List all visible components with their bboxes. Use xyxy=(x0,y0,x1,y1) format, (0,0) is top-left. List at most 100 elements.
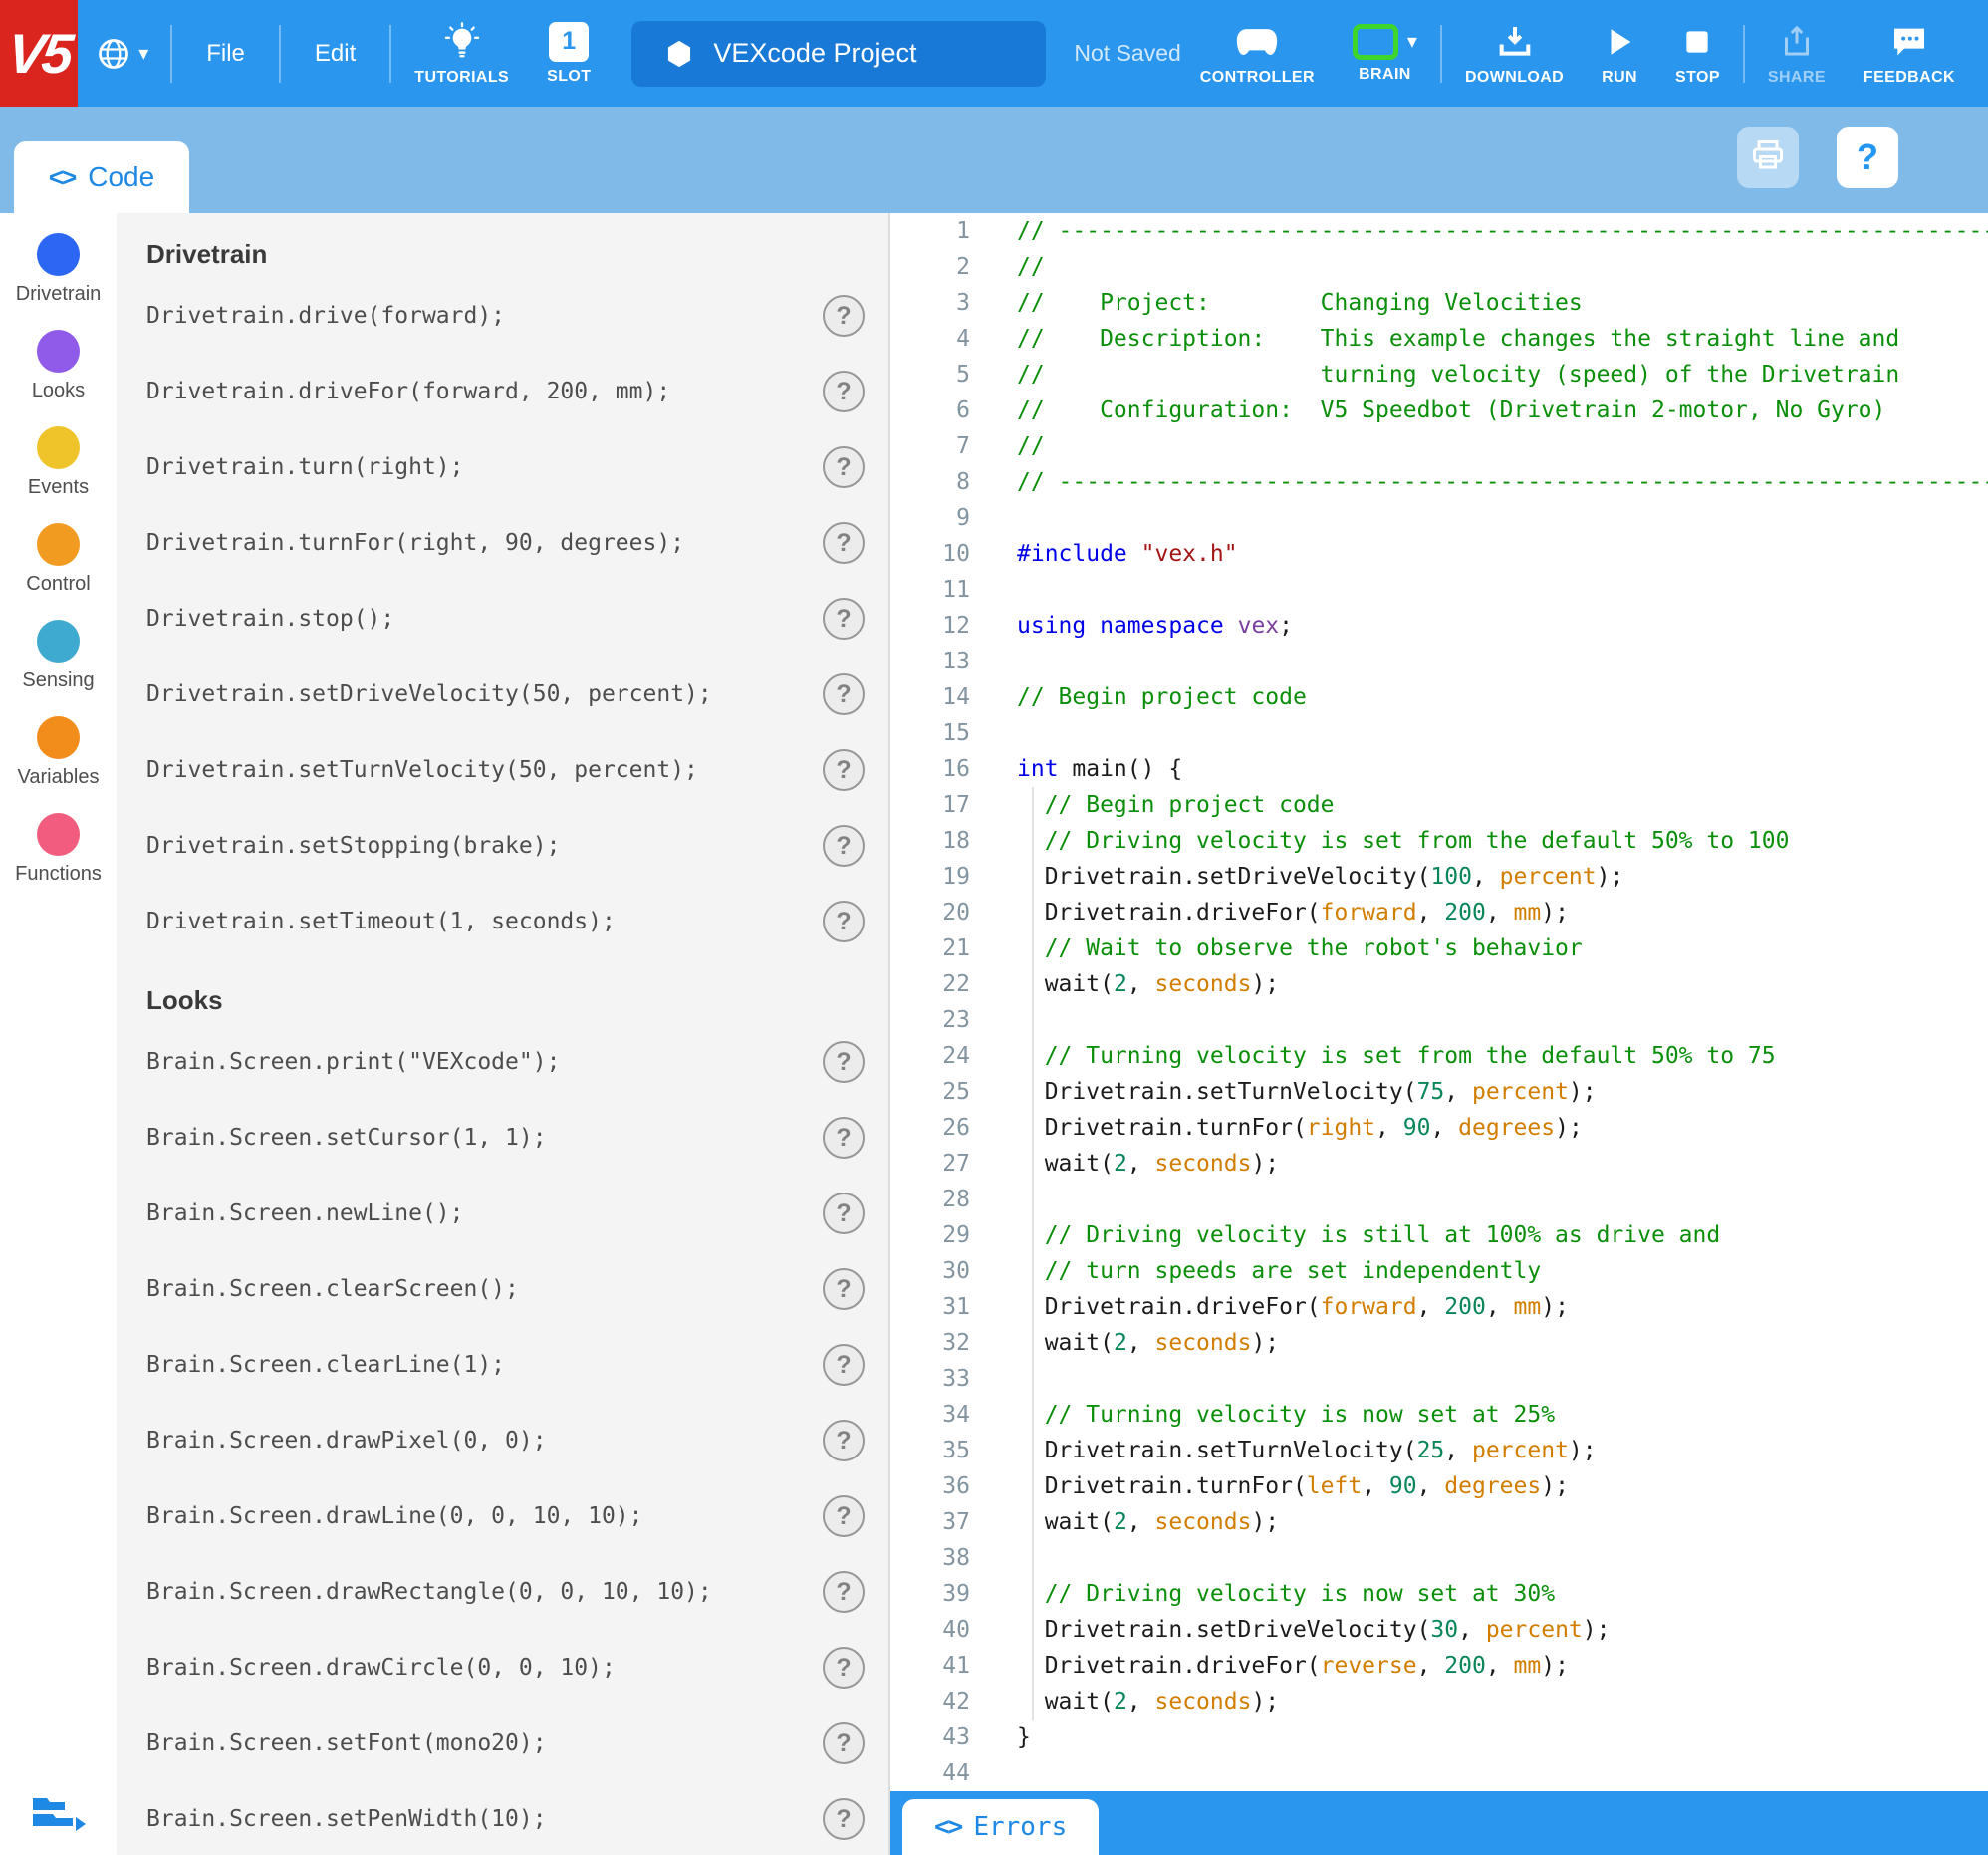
sidebar-item-variables[interactable]: Variables xyxy=(0,716,117,789)
command-help-button[interactable]: ? xyxy=(823,1117,865,1159)
controller-button[interactable]: CONTROLLER xyxy=(1181,21,1334,87)
code-line[interactable]: 17 // Begin project code xyxy=(890,787,1988,823)
code-line[interactable]: 10 #include "vex.h" xyxy=(890,536,1988,572)
code-editor[interactable]: 1 // ------------------------------------… xyxy=(888,213,1988,1855)
edit-menu[interactable]: Edit xyxy=(285,40,385,68)
code-line[interactable]: 40 Drivetrain.setDriveVelocity(30, perce… xyxy=(890,1612,1988,1648)
code-line[interactable]: 30 // turn speeds are set independently xyxy=(890,1253,1988,1289)
code-line[interactable]: 12 using namespace vex; xyxy=(890,608,1988,644)
code-line[interactable]: 15 xyxy=(890,715,1988,751)
code-line[interactable]: 26 Drivetrain.turnFor(right, 90, degrees… xyxy=(890,1110,1988,1146)
code-line[interactable]: 34 // Turning velocity is now set at 25% xyxy=(890,1397,1988,1433)
command-help-button[interactable]: ? xyxy=(823,1420,865,1461)
code-line[interactable]: 33 xyxy=(890,1361,1988,1397)
code-line[interactable]: 20 Drivetrain.driveFor(forward, 200, mm)… xyxy=(890,895,1988,930)
tab-code[interactable]: <> Code xyxy=(14,141,189,213)
command-help-button[interactable]: ? xyxy=(823,371,865,412)
code-line[interactable]: 28 xyxy=(890,1182,1988,1217)
code-line[interactable]: 44 xyxy=(890,1755,1988,1791)
print-button[interactable] xyxy=(1737,127,1799,188)
code-line[interactable]: 32 wait(2, seconds); xyxy=(890,1325,1988,1361)
code-line[interactable]: 11 xyxy=(890,572,1988,608)
command-help-button[interactable]: ? xyxy=(823,1722,865,1764)
code-line[interactable]: 38 xyxy=(890,1540,1988,1576)
palette-command-row[interactable]: Drivetrain.drive(forward);? xyxy=(117,278,888,354)
code-line[interactable]: 31 Drivetrain.driveFor(forward, 200, mm)… xyxy=(890,1289,1988,1325)
palette-command-row[interactable]: Drivetrain.stop();? xyxy=(117,581,888,657)
code-line[interactable]: 6 // Configuration: V5 Speedbot (Drivetra… xyxy=(890,393,1988,428)
code-line[interactable]: 3 // Project: Changing Velocities xyxy=(890,285,1988,321)
command-help-button[interactable]: ? xyxy=(823,1647,865,1689)
palette-command-row[interactable]: Brain.Screen.setCursor(1, 1);? xyxy=(117,1100,888,1176)
toggle-toolbox-button[interactable] xyxy=(31,1792,87,1841)
vex-logo[interactable]: V5 xyxy=(0,0,79,107)
language-menu-button[interactable]: ▾ xyxy=(78,33,166,75)
command-help-button[interactable]: ? xyxy=(823,522,865,564)
code-line[interactable]: 23 xyxy=(890,1002,1988,1038)
slot-button[interactable]: 1 SLOT xyxy=(528,21,610,86)
command-help-button[interactable]: ? xyxy=(823,446,865,488)
code-line[interactable]: 39 // Driving velocity is now set at 30% xyxy=(890,1576,1988,1612)
command-help-button[interactable]: ? xyxy=(823,1344,865,1386)
code-line[interactable]: 29 // Driving velocity is still at 100% … xyxy=(890,1217,1988,1253)
feedback-button[interactable]: FEEDBACK xyxy=(1845,21,1974,87)
help-button[interactable]: ? xyxy=(1837,127,1898,188)
code-line[interactable]: 2 // xyxy=(890,249,1988,285)
code-line[interactable]: 22 wait(2, seconds); xyxy=(890,966,1988,1002)
code-line[interactable]: 21 // Wait to observe the robot's behavi… xyxy=(890,930,1988,966)
palette-command-row[interactable]: Brain.Screen.setFont(mono20);? xyxy=(117,1706,888,1781)
code-line[interactable]: 43} xyxy=(890,1720,1988,1755)
run-button[interactable]: RUN xyxy=(1583,21,1656,87)
sidebar-item-control[interactable]: Control xyxy=(0,523,117,596)
command-help-button[interactable]: ? xyxy=(823,598,865,640)
palette-command-row[interactable]: Drivetrain.turnFor(right, 90, degrees);? xyxy=(117,505,888,581)
code-line[interactable]: 36 Drivetrain.turnFor(left, 90, degrees)… xyxy=(890,1468,1988,1504)
code-line[interactable]: 14 // Begin project code xyxy=(890,679,1988,715)
code-line[interactable]: 8 // ------------------------------------… xyxy=(890,464,1988,500)
palette-command-row[interactable]: Brain.Screen.clearLine(1);? xyxy=(117,1327,888,1403)
palette-command-row[interactable]: Brain.Screen.drawRectangle(0, 0, 10, 10)… xyxy=(117,1554,888,1630)
code-line[interactable]: 4 // Description: This example changes th… xyxy=(890,321,1988,357)
command-help-button[interactable]: ? xyxy=(823,1495,865,1537)
sidebar-item-sensing[interactable]: Sensing xyxy=(0,620,117,692)
project-name-field[interactable]: VEXcode Project xyxy=(631,20,1047,87)
command-help-button[interactable]: ? xyxy=(823,1041,865,1083)
palette-command-row[interactable]: Brain.Screen.drawPixel(0, 0);? xyxy=(117,1403,888,1478)
stop-button[interactable]: STOP xyxy=(1656,21,1739,87)
palette-command-row[interactable]: Brain.Screen.setPenWidth(10);? xyxy=(117,1781,888,1855)
sidebar-item-events[interactable]: Events xyxy=(0,426,117,499)
code-line[interactable]: 37 wait(2, seconds); xyxy=(890,1504,1988,1540)
command-help-button[interactable]: ? xyxy=(823,673,865,715)
code-line[interactable]: 18 // Driving velocity is set from the d… xyxy=(890,823,1988,859)
code-line[interactable]: 24 // Turning velocity is set from the d… xyxy=(890,1038,1988,1074)
command-help-button[interactable]: ? xyxy=(823,295,865,337)
download-button[interactable]: DOWNLOAD xyxy=(1446,21,1583,87)
code-line[interactable]: 19 Drivetrain.setDriveVelocity(100, perc… xyxy=(890,859,1988,895)
code-line[interactable]: 25 Drivetrain.setTurnVelocity(75, percen… xyxy=(890,1074,1988,1110)
command-help-button[interactable]: ? xyxy=(823,825,865,867)
palette-command-row[interactable]: Brain.Screen.print("VEXcode");? xyxy=(117,1024,888,1100)
code-line[interactable]: 16 int main() { xyxy=(890,751,1988,787)
tab-errors[interactable]: <> Errors xyxy=(902,1799,1100,1855)
code-line[interactable]: 27 wait(2, seconds); xyxy=(890,1146,1988,1182)
command-help-button[interactable]: ? xyxy=(823,1798,865,1840)
palette-command-row[interactable]: Brain.Screen.drawCircle(0, 0, 10);? xyxy=(117,1630,888,1706)
palette-command-row[interactable]: Drivetrain.turn(right);? xyxy=(117,429,888,505)
code-line[interactable]: 41 Drivetrain.driveFor(reverse, 200, mm)… xyxy=(890,1648,1988,1684)
sidebar-item-functions[interactable]: Functions xyxy=(0,813,117,886)
code-line[interactable]: 5 // turning velocity (speed) of the Driv… xyxy=(890,357,1988,393)
palette-command-row[interactable]: Brain.Screen.clearScreen();? xyxy=(117,1251,888,1327)
code-line[interactable]: 35 Drivetrain.setTurnVelocity(25, percen… xyxy=(890,1433,1988,1468)
palette-command-row[interactable]: Drivetrain.setStopping(brake);? xyxy=(117,808,888,884)
code-line[interactable]: 42 wait(2, seconds); xyxy=(890,1684,1988,1720)
brain-button[interactable]: ▾ BRAIN xyxy=(1334,23,1436,84)
palette-command-row[interactable]: Drivetrain.setTimeout(1, seconds);? xyxy=(117,884,888,959)
sidebar-item-looks[interactable]: Looks xyxy=(0,330,117,402)
sidebar-item-drivetrain[interactable]: Drivetrain xyxy=(0,233,117,306)
command-help-button[interactable]: ? xyxy=(823,901,865,942)
code-line[interactable]: 9 xyxy=(890,500,1988,536)
command-help-button[interactable]: ? xyxy=(823,749,865,791)
command-help-button[interactable]: ? xyxy=(823,1192,865,1234)
palette-command-row[interactable]: Drivetrain.setTurnVelocity(50, percent);… xyxy=(117,732,888,808)
tutorials-button[interactable]: TUTORIALS xyxy=(395,21,528,87)
